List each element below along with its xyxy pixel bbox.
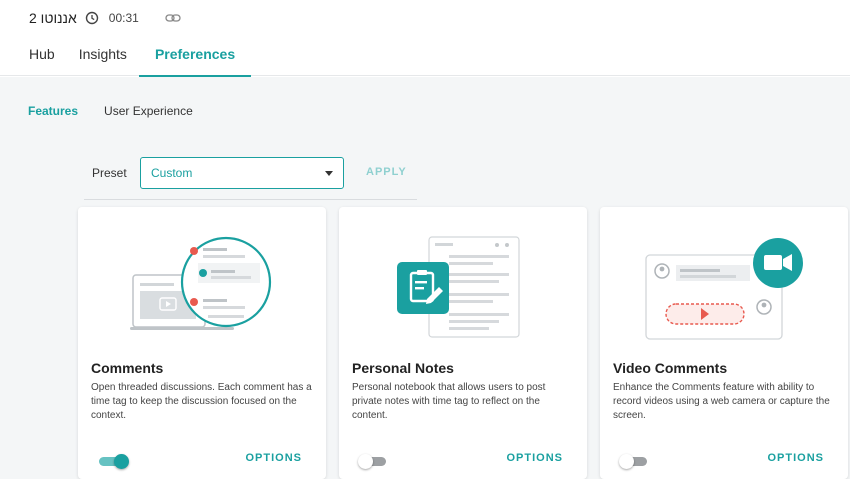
card-description: Enhance the Comments feature with abilit… [613, 382, 830, 421]
video-comments-illustration [645, 238, 803, 340]
preset-value: Custom [151, 166, 193, 180]
preset-label: Preset [92, 166, 127, 180]
notes-illustration [397, 236, 520, 338]
comments-toggle[interactable] [97, 454, 129, 469]
personal-notes-toggle[interactable] [358, 454, 390, 469]
options-button[interactable]: OPTIONS [767, 452, 824, 464]
video-comments-toggle[interactable] [619, 454, 651, 469]
title-row: אננוטו 2 00:31 [29, 8, 181, 28]
tab-insights[interactable]: Insights [67, 42, 139, 76]
caret-down-icon [325, 171, 333, 176]
link-icon[interactable] [165, 13, 181, 23]
feature-card-video-comments: Video Comments Enhance the Comments feat… [600, 207, 848, 479]
app-header: אננוטו 2 00:31 Hub Insights Preferences [0, 0, 850, 77]
card-description: Personal notebook that allows users to p… [352, 382, 546, 421]
feature-card-comments: Comments Open threaded discussions. Each… [78, 207, 326, 479]
tab-preferences[interactable]: Preferences [138, 42, 252, 77]
session-title: אננוטו 2 [29, 10, 77, 26]
card-description: Open threaded discussions. Each comment … [91, 382, 312, 421]
preset-select[interactable]: Custom [140, 157, 344, 189]
options-button[interactable]: OPTIONS [506, 452, 563, 464]
card-title: Personal Notes [352, 360, 454, 376]
tab-hub[interactable]: Hub [29, 42, 67, 76]
session-time: 00:31 [108, 11, 139, 25]
feature-card-personal-notes: Personal Notes Personal notebook that al… [339, 207, 587, 479]
sub-tabs: Features User Experience [28, 104, 193, 118]
card-title: Comments [91, 360, 164, 376]
clock-icon [85, 11, 99, 25]
comments-illustration [130, 236, 272, 330]
subtab-features[interactable]: Features [28, 104, 78, 118]
options-button[interactable]: OPTIONS [245, 452, 302, 464]
preset-row: Preset Custom APPLY [84, 157, 417, 200]
main-tabs: Hub Insights Preferences [29, 42, 252, 77]
card-title: Video Comments [613, 360, 728, 376]
apply-button[interactable]: APPLY [366, 166, 407, 178]
subtab-user-experience[interactable]: User Experience [104, 104, 193, 118]
preferences-content: Features User Experience Preset Custom A… [0, 77, 850, 479]
